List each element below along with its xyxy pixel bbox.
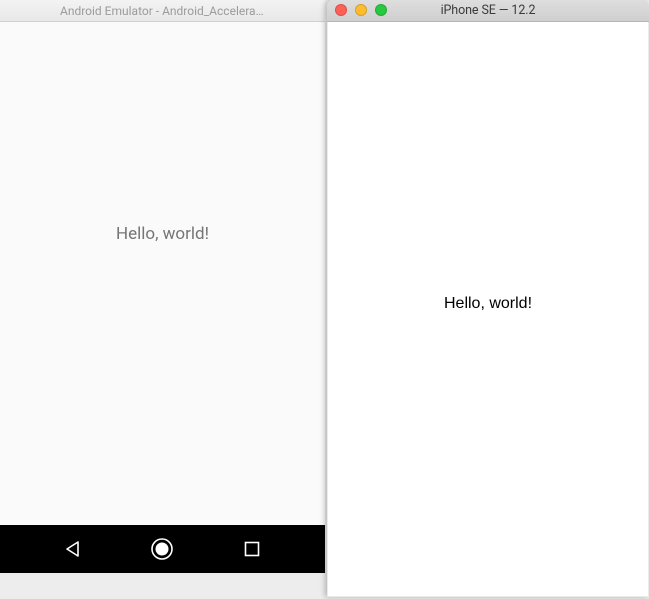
iphone-simulator-window: iPhone SE — 12.2 Hello, world! [327, 0, 649, 597]
iphone-hello-text: Hello, world! [444, 295, 532, 313]
android-title-text: Android Emulator - Android_Accelerated..… [60, 4, 265, 18]
minimize-button[interactable] [355, 4, 367, 16]
back-button[interactable] [56, 532, 90, 566]
android-navigation-bar [0, 525, 325, 573]
android-screen[interactable]: Hello, world! [0, 22, 325, 525]
recent-apps-button[interactable] [235, 532, 269, 566]
triangle-back-icon [64, 540, 82, 558]
square-recent-icon [244, 541, 260, 557]
iphone-screen[interactable]: Hello, world! [327, 22, 649, 597]
home-button[interactable] [145, 532, 179, 566]
traffic-lights [335, 4, 387, 16]
iphone-title-text: iPhone SE — 12.2 [441, 3, 536, 18]
android-emulator-window: Android Emulator - Android_Accelerated..… [0, 0, 325, 573]
zoom-button[interactable] [375, 4, 387, 16]
circle-home-icon [149, 536, 175, 562]
close-button[interactable] [335, 4, 347, 16]
android-hello-text: Hello, world! [116, 224, 209, 244]
iphone-titlebar[interactable]: iPhone SE — 12.2 [327, 0, 649, 22]
android-titlebar[interactable]: Android Emulator - Android_Accelerated..… [0, 0, 325, 22]
